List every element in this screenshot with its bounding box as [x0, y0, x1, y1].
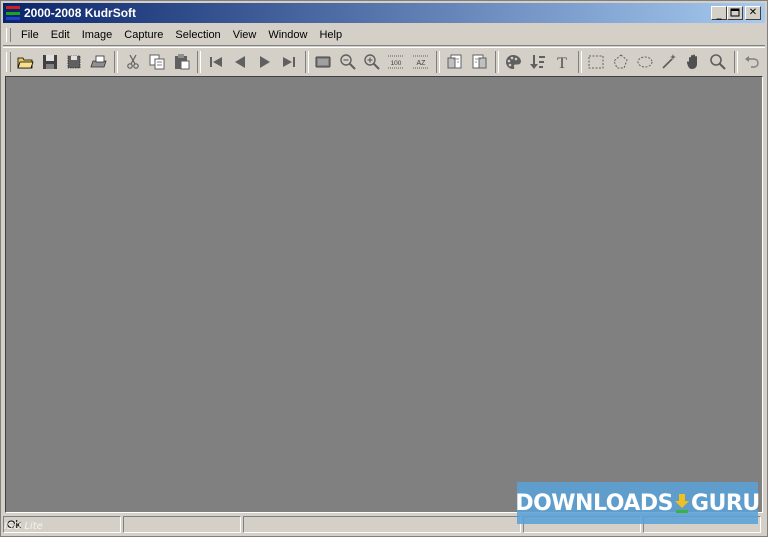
hand-icon: [686, 54, 697, 69]
actual-size-label: 100: [391, 60, 402, 67]
palette-icon: [506, 55, 522, 69]
lasso-select-icon: [613, 54, 628, 69]
auto-zoom-button[interactable]: AZ: [409, 50, 432, 74]
menu-capture[interactable]: Capture: [118, 26, 169, 44]
image-workspace[interactable]: [5, 76, 763, 513]
rotate-right-button[interactable]: [468, 50, 491, 74]
zoom-in-icon: [364, 54, 380, 70]
menu-help[interactable]: Help: [313, 26, 348, 44]
rotate-left-icon: [447, 54, 462, 69]
watermark-text-right: GURU: [690, 490, 760, 516]
last-icon: [282, 57, 295, 67]
auto-zoom-label: AZ: [416, 60, 426, 67]
toolbar-separator: [304, 51, 309, 73]
save-icon: [42, 55, 57, 69]
menubar-grip[interactable]: [6, 28, 11, 42]
zoom-out-button[interactable]: [336, 50, 359, 74]
menu-edit[interactable]: Edit: [45, 26, 76, 44]
maximize-button[interactable]: [727, 6, 743, 20]
cut-icon: [127, 54, 139, 69]
toolbar-separator: [114, 51, 119, 73]
fit-window-button[interactable]: [312, 50, 335, 74]
sort-button[interactable]: [526, 50, 549, 74]
print-button[interactable]: [87, 50, 110, 74]
palette-button[interactable]: [502, 50, 525, 74]
save-all-icon: [67, 55, 81, 69]
sort-icon: [529, 55, 545, 69]
status-panel-3: [243, 516, 521, 533]
minimize-icon: _: [716, 9, 722, 20]
actual-size-icon: 100: [388, 55, 405, 69]
magnifier-button[interactable]: [706, 50, 729, 74]
paste-button[interactable]: [170, 50, 193, 74]
open-icon: [17, 57, 34, 69]
window-title: 2000-2008 KudrSoft: [24, 6, 137, 20]
close-icon: ✕: [748, 7, 758, 18]
previous-icon: [235, 56, 246, 68]
toolbar-separator: [197, 51, 202, 73]
zoom-in-button[interactable]: [360, 50, 383, 74]
save-button[interactable]: [38, 50, 61, 74]
text-button[interactable]: T: [550, 50, 573, 74]
watermark-text-left: DOWNLOADS: [515, 490, 673, 516]
fit-window-icon: [315, 56, 331, 68]
cut-button[interactable]: [121, 50, 144, 74]
rect-select-button[interactable]: [585, 50, 608, 74]
maximize-icon: [728, 7, 742, 19]
undo-icon: [745, 56, 760, 68]
open-button[interactable]: [14, 50, 37, 74]
status-caption: ISO Lite: [4, 521, 43, 532]
menu-image[interactable]: Image: [76, 26, 119, 44]
menu-bar: File Edit Image Capture Selection View W…: [3, 25, 765, 46]
close-button[interactable]: ✕: [745, 6, 761, 20]
magnifier-icon: [710, 54, 726, 70]
auto-zoom-icon: AZ: [412, 55, 429, 69]
print-icon: [90, 55, 107, 68]
toolbar: 100 AZ T: [3, 47, 765, 76]
title-bar[interactable]: 2000-2008 KudrSoft _ ✕: [3, 3, 765, 23]
menu-file[interactable]: File: [15, 26, 45, 44]
watermark-banner: DOWNLOADS GURU: [515, 482, 760, 524]
magic-wand-button[interactable]: [658, 50, 681, 74]
magic-wand-icon: [662, 54, 677, 69]
ellipse-select-icon: [637, 56, 653, 68]
toolbar-separator: [577, 51, 582, 73]
rotate-right-icon: [472, 54, 487, 69]
toolbar-separator: [436, 51, 441, 73]
previous-button[interactable]: [229, 50, 252, 74]
toolbar-grip[interactable]: [6, 52, 11, 72]
first-button[interactable]: [204, 50, 227, 74]
last-button[interactable]: [277, 50, 300, 74]
paste-icon: [174, 54, 190, 70]
ellipse-select-button[interactable]: [633, 50, 656, 74]
copy-icon: [149, 54, 165, 70]
app-icon: [6, 6, 20, 20]
status-panel-2: [123, 516, 241, 533]
text-tool-label: T: [557, 55, 567, 71]
save-all-button[interactable]: [63, 50, 86, 74]
menu-selection[interactable]: Selection: [169, 26, 226, 44]
menu-window[interactable]: Window: [262, 26, 313, 44]
rotate-left-button[interactable]: [443, 50, 466, 74]
first-icon: [209, 57, 222, 67]
copy-button[interactable]: [146, 50, 169, 74]
zoom-out-icon: [339, 54, 356, 70]
menu-view[interactable]: View: [227, 26, 263, 44]
toolbar-separator: [494, 51, 499, 73]
undo-button[interactable]: [741, 50, 764, 74]
next-icon: [259, 56, 270, 68]
rect-select-icon: [588, 55, 604, 69]
minimize-button[interactable]: _: [711, 6, 727, 20]
text-icon: T: [557, 55, 567, 71]
lasso-select-button[interactable]: [609, 50, 632, 74]
next-button[interactable]: [253, 50, 276, 74]
actual-size-button[interactable]: 100: [385, 50, 408, 74]
app-window: 2000-2008 KudrSoft _ ✕ File Edit Image C…: [0, 0, 768, 537]
download-arrow-icon: [674, 492, 690, 514]
hand-button[interactable]: [682, 50, 705, 74]
toolbar-separator: [733, 51, 738, 73]
